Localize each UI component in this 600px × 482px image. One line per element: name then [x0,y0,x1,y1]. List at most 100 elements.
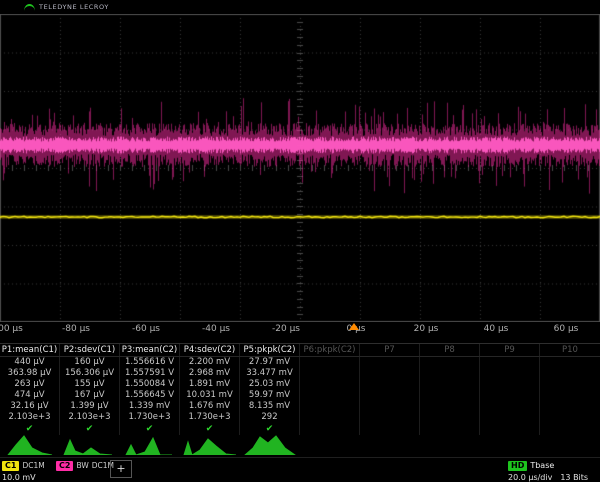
time-tick-label: -60 µs [132,324,160,334]
measurement-value [360,357,420,368]
measurement-value: 2.103e+3 [60,412,120,423]
channel2-badge[interactable]: C2 [56,461,73,471]
measurement-value [540,401,600,412]
histicon-row [0,433,600,455]
measurement-value [540,368,600,379]
brand-swoosh-icon [24,4,35,11]
measurement-value: 1.891 mV [180,379,240,390]
measurement-value [300,379,360,390]
measurement-value: 10.031 mV [180,390,240,401]
hd-mode-badge: HD [508,461,527,471]
add-trace-button[interactable]: + [110,460,132,478]
measurement-value: 2.103e+3 [0,412,60,423]
measurement-value: 363.98 µV [0,368,60,379]
measurement-value [480,390,540,401]
time-tick-label: 20 µs [414,324,439,334]
time-tick-label: 60 µs [554,324,579,334]
time-tick-label: -80 µs [62,324,90,334]
param-header-p10[interactable]: P10 [540,344,600,356]
measurement-value: 2.200 mV [180,357,240,368]
time-tick-label: -100 µs [0,324,23,334]
measurement-value: 33.477 mV [240,368,300,379]
channel1-vdiv: 10.0 mV [2,473,45,482]
histicon-p1[interactable] [0,433,60,455]
measurement-value [360,368,420,379]
timebase-tdiv: 20.0 µs/div [508,473,552,482]
channel2-descriptor[interactable]: C2 BW DC1M [56,460,114,471]
measurement-value [420,368,480,379]
measurement-value [420,379,480,390]
histicon-p2[interactable] [60,433,120,455]
measurement-value [480,401,540,412]
measurement-value: 8.135 mV [240,401,300,412]
measurement-value: 160 µV [60,357,120,368]
time-tick-label: -40 µs [202,324,230,334]
channel1-badge[interactable]: C1 [2,461,19,471]
measurement-value: 1.676 mV [180,401,240,412]
measurement-value: 1.557591 V [120,368,180,379]
measurement-value [300,357,360,368]
measurement-value: 167 µV [60,390,120,401]
measurement-value [420,401,480,412]
measurement-value [420,412,480,423]
measurement-value: 32.16 µV [0,401,60,412]
measurement-value [360,401,420,412]
measurement-table: P1:mean(C1)P2:sdev(C1)P3:mean(C2)P4:sdev… [0,343,600,435]
measurement-value [300,390,360,401]
timebase-label: Tbase [530,461,554,470]
measurement-value: 155 µV [60,379,120,390]
param-header-p5[interactable]: P5:pkpk(C2) [240,344,300,356]
channel1-descriptor[interactable]: C1 DC1M 10.0 mV [2,460,45,482]
time-tick-label: -20 µs [272,324,300,334]
measurement-value [540,357,600,368]
measurement-value [360,390,420,401]
measurement-value [540,390,600,401]
timebase-descriptor[interactable]: HD Tbase 20.0 µs/div 13 Bits [508,460,598,482]
brand-name: TELEDYNE LECROY [39,3,109,11]
time-tick-label: 40 µs [484,324,509,334]
measurement-value: 1.550084 V [120,379,180,390]
measurement-value [480,368,540,379]
measurement-value [540,412,600,423]
measurement-value [300,368,360,379]
measurement-value: 1.730e+3 [120,412,180,423]
measurement-value [360,412,420,423]
measurement-value [300,412,360,423]
measurement-value: 292 [240,412,300,423]
measurement-value [420,390,480,401]
param-header-p4[interactable]: P4:sdev(C2) [180,344,240,356]
measurement-value: 25.03 mV [240,379,300,390]
measurement-value [480,357,540,368]
measurement-value [300,401,360,412]
measurement-value: 2.968 mV [180,368,240,379]
channel1-coupling: DC1M [22,461,44,470]
param-header-p9[interactable]: P9 [480,344,540,356]
adc-resolution: 13 Bits [560,473,588,482]
bottom-bar: C1 DC1M 10.0 mV C2 BW DC1M + HD Tbase 20… [0,457,600,481]
param-header-p7[interactable]: P7 [360,344,420,356]
param-header-p1[interactable]: P1:mean(C1) [0,344,60,356]
waveform-grid[interactable] [0,14,600,322]
measurement-value: 263 µV [0,379,60,390]
param-header-p2[interactable]: P2:sdev(C1) [60,344,120,356]
measurement-value: 1.730e+3 [180,412,240,423]
measurement-value [540,379,600,390]
measurement-value: 440 µV [0,357,60,368]
param-header-p6[interactable]: P6:pkpk(C2) [300,344,360,356]
histicon-p4[interactable] [180,433,240,455]
measurement-value: 1.339 mV [120,401,180,412]
measurement-value: 474 µV [0,390,60,401]
measurement-value [480,379,540,390]
histicon-p5[interactable] [240,433,300,455]
trigger-time-marker[interactable] [349,323,359,330]
measurement-value: 156.306 µV [60,368,120,379]
histicon-p3[interactable] [120,433,180,455]
measurement-value [420,357,480,368]
param-header-p3[interactable]: P3:mean(C2) [120,344,180,356]
measurement-value [480,412,540,423]
brand-logo: TELEDYNE LECROY [24,3,109,11]
measurement-value: 27.97 mV [240,357,300,368]
measurement-value: 1.556645 V [120,390,180,401]
param-header-p8[interactable]: P8 [420,344,480,356]
measurement-value: 1.556616 V [120,357,180,368]
